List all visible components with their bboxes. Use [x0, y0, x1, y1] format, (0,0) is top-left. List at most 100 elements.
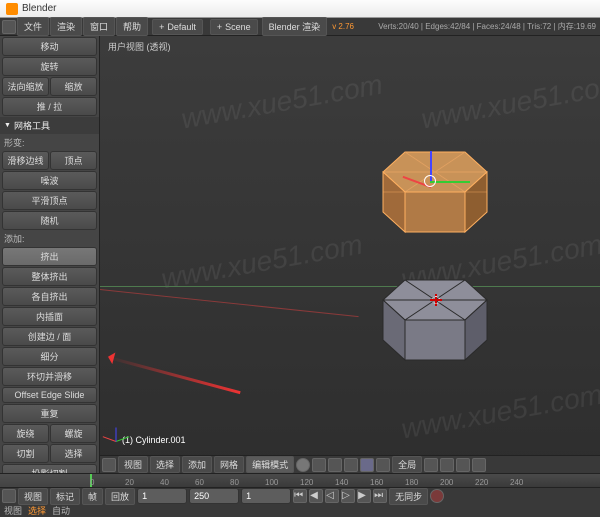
timeline-editor: 0 20 40 60 80 100 120 140 160 180 200 22… [0, 473, 600, 503]
main-area: 移动 旋转 法向缩放 缩放 推 / 拉 网格工具 形变: 滑移边线 顶点 噪波 … [0, 36, 600, 473]
rewind-icon[interactable]: ⏮ [293, 489, 307, 503]
tick: 240 [510, 478, 523, 487]
orientation-selector[interactable]: 全局 [392, 456, 422, 473]
sync-mode[interactable]: 无同步 [389, 488, 428, 505]
timeline-track[interactable]: 0 20 40 60 80 100 120 140 160 180 200 22… [0, 474, 600, 488]
tl-marker-menu[interactable]: 标记 [50, 488, 80, 505]
spin-button[interactable]: 旋绕 [2, 424, 49, 443]
tick: 200 [440, 478, 453, 487]
pushpull-button[interactable]: 推 / 拉 [2, 97, 97, 116]
play-reverse-icon[interactable]: ◁ [325, 489, 339, 503]
layout-selector[interactable]: + Default [152, 19, 203, 35]
watermark: www.xue51.com [419, 69, 600, 136]
mode-selector[interactable]: 编辑模式 [246, 456, 294, 473]
extrude-individual-button[interactable]: 各自挤出 [2, 287, 97, 306]
tick: 60 [195, 478, 204, 487]
render-engine-selector[interactable]: Blender 渲染 [262, 17, 328, 36]
loopcut-button[interactable]: 环切并滑移 [2, 367, 97, 386]
start-frame-field[interactable]: 1 [137, 488, 187, 504]
sel-edge-icon[interactable] [344, 458, 358, 472]
knife-select-button[interactable]: 选择 [50, 444, 97, 463]
menu-file[interactable]: 文件 [17, 17, 49, 36]
prev-key-icon[interactable]: ◀ [309, 489, 323, 503]
view-menu[interactable]: 视图 [118, 456, 148, 473]
y-axis-line [100, 286, 600, 287]
stats-label: Verts:20/40 | Edges:42/84 | Faces:24/48 … [378, 21, 598, 32]
tl-frame-menu[interactable]: 帧 [82, 488, 103, 505]
mesh-menu[interactable]: 网格 [214, 456, 244, 473]
subdivide-button[interactable]: 细分 [2, 347, 97, 366]
status-select: 选择 [28, 504, 46, 517]
screw-button[interactable]: 螺旋 [50, 424, 97, 443]
slide-edge-button[interactable]: 滑移边线 [2, 151, 49, 170]
info-editor-icon[interactable] [2, 20, 16, 34]
end-frame-field[interactable]: 250 [189, 488, 239, 504]
menu-window[interactable]: 窗口 [83, 17, 115, 36]
viewport-label: 用户视图 (透视) [108, 40, 171, 53]
status-auto: 自动 [52, 504, 70, 517]
sel-face-icon[interactable] [360, 458, 374, 472]
menu-render[interactable]: 渲染 [50, 17, 82, 36]
tl-playback-menu[interactable]: 回放 [105, 488, 135, 505]
window-title: Blender [22, 3, 56, 14]
next-key-icon[interactable]: ▶ [357, 489, 371, 503]
axis-indicator [106, 417, 136, 447]
limit-sel-icon[interactable] [376, 458, 390, 472]
autokey-record-icon[interactable] [430, 489, 444, 503]
deform-label: 形变: [4, 136, 95, 149]
plus-icon: + [217, 22, 222, 32]
menu-help[interactable]: 帮助 [116, 17, 148, 36]
tick: 0 [90, 478, 94, 487]
random-button[interactable]: 随机 [2, 211, 97, 230]
add-label: 添加: [4, 232, 95, 245]
timeline-editor-icon[interactable] [2, 489, 16, 503]
snap-icon[interactable] [440, 458, 454, 472]
knife-project-button[interactable]: 投影切割 [2, 464, 97, 473]
make-edge-button[interactable]: 创建边 / 面 [2, 327, 97, 346]
duplicate-button[interactable]: 重复 [2, 404, 97, 423]
scene-selector[interactable]: + Scene [210, 19, 258, 35]
gizmo-center-icon [424, 175, 436, 187]
pivot-icon[interactable] [312, 458, 326, 472]
select-menu[interactable]: 选择 [150, 456, 180, 473]
proportional-icon[interactable] [456, 458, 470, 472]
shrink-button[interactable]: 法向缩放 [2, 77, 49, 96]
viewport-header: 视图 选择 添加 网格 编辑模式 全局 [100, 455, 600, 473]
axis-y-icon [116, 436, 129, 442]
3d-viewport[interactable]: 用户视图 (透视) www.xue51.com www.xue51.com ww… [100, 36, 600, 473]
tick: 100 [265, 478, 278, 487]
smooth-vertex-button[interactable]: 平滑顶点 [2, 191, 97, 210]
inset-button[interactable]: 内插面 [2, 307, 97, 326]
play-icon[interactable]: ▷ [341, 489, 355, 503]
extrude-region-button[interactable]: 整体挤出 [2, 267, 97, 286]
noise-button[interactable]: 噪波 [2, 171, 97, 190]
forward-end-icon[interactable]: ⏭ [373, 489, 387, 503]
scale-button[interactable]: 缩放 [50, 77, 97, 96]
editor-type-icon[interactable] [102, 458, 116, 472]
offset-edge-button[interactable]: Offset Edge Slide [2, 387, 97, 403]
blender-logo-icon [6, 3, 18, 15]
tick: 80 [230, 478, 239, 487]
shading-solid-icon[interactable] [296, 458, 310, 472]
rotate-button[interactable]: 旋转 [2, 57, 97, 76]
current-frame-field[interactable]: 1 [241, 488, 291, 504]
knife-button[interactable]: 切割 [2, 444, 49, 463]
gizmo-y-axis[interactable] [430, 181, 470, 183]
tick: 40 [160, 478, 169, 487]
extrude-button[interactable]: 挤出 [2, 247, 97, 266]
watermark: www.xue51.com [399, 379, 600, 446]
meshtools-header[interactable]: 网格工具 [0, 117, 99, 134]
vertex-button[interactable]: 顶点 [50, 151, 97, 170]
original-cylinder[interactable] [375, 274, 495, 374]
layers-icon[interactable] [472, 458, 486, 472]
add-menu[interactable]: 添加 [182, 456, 212, 473]
tick: 20 [125, 478, 134, 487]
selected-cylinder[interactable] [375, 146, 495, 246]
tl-view-menu[interactable]: 视图 [18, 488, 48, 505]
translate-button[interactable]: 移动 [2, 37, 97, 56]
manipulator-icon[interactable] [424, 458, 438, 472]
status-bar: 视图 选择 自动 [0, 503, 600, 517]
3d-cursor-icon [430, 294, 442, 306]
sel-vertex-icon[interactable] [328, 458, 342, 472]
plus-icon: + [159, 22, 164, 32]
